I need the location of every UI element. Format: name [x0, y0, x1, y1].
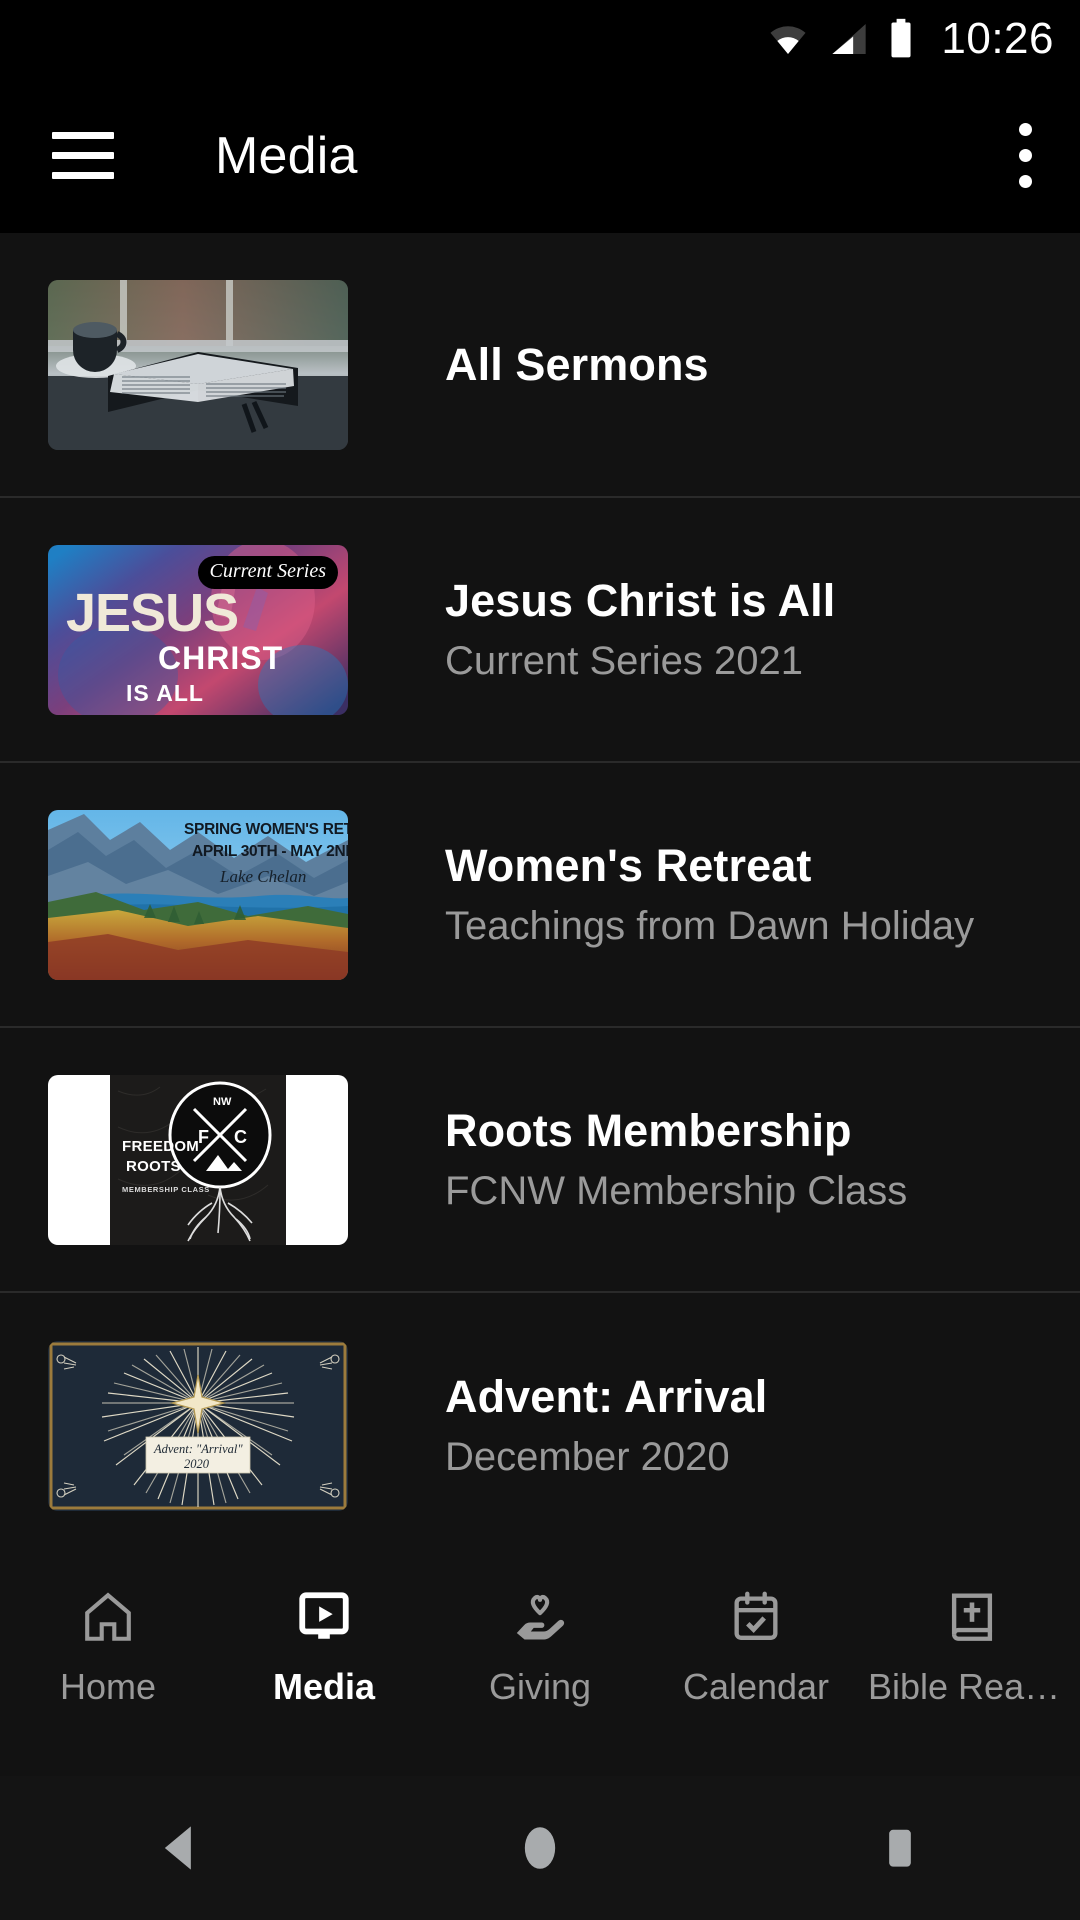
calendar-check-icon [726, 1586, 786, 1648]
thumbnail-all-sermons [48, 279, 348, 450]
android-system-nav [0, 1776, 1080, 1920]
svg-text:IS ALL: IS ALL [126, 680, 204, 706]
list-item[interactable]: JESUS CHRIST IS ALL Current Series Jesus… [0, 498, 1080, 763]
nav-label-giving: Giving [488, 1666, 592, 1707]
list-item[interactable]: SPRING WOMEN'S RETREAT APRIL 30TH - MAY … [0, 763, 1080, 1028]
nav-item-media[interactable]: Media [216, 1586, 432, 1708]
nav-label-calendar: Calendar [682, 1666, 830, 1707]
list-item[interactable]: All Sermons [0, 233, 1080, 498]
thumbnail-roots-membership: NW F C FREEDOM ROOTS MEMBERSHIP CLASS [48, 1074, 348, 1245]
home-circle-icon[interactable] [460, 1798, 620, 1898]
list-item-subtitle: FCNW Membership Class [445, 1168, 908, 1213]
home-icon [78, 1586, 138, 1648]
list-item-title: Women's Retreat [445, 839, 812, 891]
hamburger-menu-icon[interactable] [52, 132, 114, 179]
svg-text:ROOTS: ROOTS [126, 1158, 181, 1175]
list-item-text: Women's Retreat Teachings from Dawn Holi… [445, 839, 974, 950]
svg-text:CHRIST: CHRIST [158, 640, 283, 676]
media-play-screen-icon [294, 1586, 354, 1648]
list-item-title: Roots Membership [445, 1104, 852, 1156]
nav-label-media: Media [272, 1666, 376, 1707]
nav-label-bible-reading: Bible Readi… [868, 1666, 1080, 1707]
page-title: Media [215, 126, 358, 185]
status-bar-clock: 10:26 [941, 14, 1054, 63]
svg-text:FREEDOM: FREEDOM [122, 1138, 199, 1155]
list-item-text: Roots Membership FCNW Membership Class [445, 1104, 907, 1215]
list-item-text: Advent: Arrival December 2020 [445, 1370, 767, 1481]
nav-item-calendar[interactable]: Calendar [648, 1586, 864, 1708]
thumbnail-jesus-christ-is-all: JESUS CHRIST IS ALL Current Series [48, 544, 348, 715]
list-item-subtitle: Teachings from Dawn Holiday [445, 903, 975, 948]
svg-text:2020: 2020 [184, 1457, 210, 1471]
current-series-badge: Current Series [197, 555, 338, 589]
back-triangle-icon[interactable] [100, 1798, 260, 1898]
media-list: All Sermons JESUS CHRIST IS ALL Current … [0, 233, 1080, 1558]
app-screen: 10:26 Media All Sermons JESUS CHRIST IS … [0, 0, 1080, 1920]
bible-book-cross-icon [942, 1586, 1002, 1648]
svg-text:Advent: "Arrival": Advent: "Arrival" [153, 1442, 243, 1456]
list-item[interactable]: NW F C FREEDOM ROOTS MEMBERSHIP CLASS Ro… [0, 1028, 1080, 1293]
cellular-signal-icon [827, 19, 871, 59]
thumbnail-womens-retreat: SPRING WOMEN'S RETREAT APRIL 30TH - MAY … [48, 809, 348, 980]
status-bar: 10:26 [0, 0, 1080, 78]
svg-text:SPRING WOMEN'S RETREAT: SPRING WOMEN'S RETREAT [184, 821, 348, 838]
svg-text:APRIL 30TH - MAY 2ND: APRIL 30TH - MAY 2ND [192, 843, 348, 860]
svg-text:MEMBERSHIP CLASS: MEMBERSHIP CLASS [122, 1185, 210, 1194]
svg-text:Lake Chelan: Lake Chelan [219, 867, 306, 886]
list-item-title: All Sermons [445, 338, 709, 390]
app-bar: Media [0, 78, 1080, 233]
hand-heart-giving-icon [510, 1586, 570, 1648]
recents-square-icon[interactable] [820, 1798, 980, 1898]
svg-text:C: C [234, 1127, 247, 1147]
nav-item-giving[interactable]: Giving [432, 1586, 648, 1708]
svg-text:F: F [198, 1127, 209, 1147]
svg-text:JESUS: JESUS [66, 583, 238, 643]
list-item-title: Advent: Arrival [445, 1370, 768, 1422]
nav-item-bible-reading[interactable]: Bible Readi… [864, 1586, 1080, 1708]
list-item-title: Jesus Christ is All [445, 574, 836, 626]
list-item[interactable]: Advent: "Arrival" 2020 Advent: Arrival D… [0, 1293, 1080, 1558]
bottom-navigation-bar: Home Media Giving Calendar Bible Readi… [0, 1558, 1080, 1776]
svg-text:NW: NW [213, 1096, 232, 1108]
wifi-icon [765, 19, 811, 59]
list-item-text: Jesus Christ is All Current Series 2021 [445, 574, 835, 685]
nav-label-home: Home [59, 1666, 157, 1707]
list-item-subtitle: Current Series 2021 [445, 638, 803, 683]
battery-icon [887, 17, 915, 61]
overflow-menu-icon[interactable] [1019, 123, 1032, 188]
list-item-text: All Sermons [445, 338, 709, 391]
thumbnail-advent-arrival: Advent: "Arrival" 2020 [48, 1340, 348, 1511]
nav-item-home[interactable]: Home [0, 1586, 216, 1708]
list-item-subtitle: December 2020 [445, 1434, 730, 1479]
